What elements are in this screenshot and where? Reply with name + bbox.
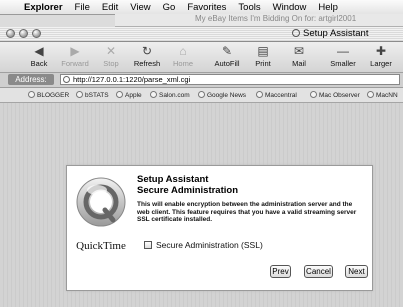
favorite-label: Mac Observer	[319, 92, 360, 99]
envelope-icon: ✉	[293, 44, 305, 58]
autofill-button[interactable]: ✎ AutoFill	[210, 44, 244, 68]
dialog-title-line2: Secure Administration	[137, 185, 239, 196]
menu-help[interactable]: Help	[312, 2, 344, 13]
quicktime-logo-text: QuickTime	[76, 240, 126, 252]
home-button[interactable]: ⌂ Home	[166, 44, 200, 68]
back-arrow-icon: ◀	[34, 44, 44, 58]
background-window-title: My eBay Items I'm Bidding On for: artgir…	[195, 14, 357, 23]
favorite-globe-icon	[116, 91, 123, 98]
mail-label: Mail	[292, 59, 306, 68]
window-title: Setup Assistant	[292, 28, 368, 39]
ssl-checkbox-label[interactable]: Secure Administration (SSL)	[156, 240, 263, 250]
menu-tools[interactable]: Tools	[232, 2, 266, 13]
favorite-label: Google News	[207, 92, 247, 99]
minimize-window-icon[interactable]	[19, 29, 28, 38]
pencil-icon: ✎	[221, 44, 233, 58]
menu-edit[interactable]: Edit	[96, 2, 124, 13]
cancel-button[interactable]: Cancel	[304, 265, 333, 278]
browser-toolbar: ◀ Back ▶ Forward ✕ Stop ↻ Refresh ⌂ Home…	[0, 42, 403, 73]
stop-label: Stop	[103, 59, 119, 68]
favorite-label: Salon.com	[159, 92, 190, 99]
favorite-macnn[interactable]: MacNN	[367, 91, 398, 99]
globe-icon	[292, 29, 300, 37]
menu-bar: Explorer File Edit View Go Favorites Too…	[0, 0, 403, 15]
favorite-mac-observer[interactable]: Mac Observer	[310, 91, 360, 99]
favorite-bstats[interactable]: bSTATS	[76, 91, 109, 99]
page-icon	[63, 76, 70, 83]
window-title-text: Setup Assistant	[303, 28, 369, 39]
printer-icon: ▤	[257, 44, 269, 58]
dialog-description: This will enable encryption between the …	[137, 201, 357, 223]
larger-label: Larger	[370, 59, 392, 68]
close-window-icon[interactable]	[6, 29, 15, 38]
favorite-label: Maccentral	[265, 92, 297, 99]
mail-button[interactable]: ✉ Mail	[282, 44, 316, 68]
address-input[interactable]: http://127.0.0.1:1220/parse_xml.cgi	[60, 74, 400, 85]
favorite-globe-icon	[76, 91, 83, 98]
menu-view[interactable]: View	[124, 2, 156, 13]
back-label: Back	[30, 59, 48, 68]
favorite-globe-icon	[256, 91, 263, 98]
smaller-label: Smaller	[330, 59, 356, 68]
menu-file[interactable]: File	[69, 2, 96, 13]
checkbox-box[interactable]	[144, 241, 152, 249]
refresh-icon: ↻	[141, 44, 153, 58]
back-button[interactable]: ◀ Back	[22, 44, 56, 68]
next-button[interactable]: Next	[345, 265, 368, 278]
smaller-text-button[interactable]: — Smaller	[326, 44, 360, 68]
text-larger-icon: ✚	[375, 44, 387, 58]
favorite-label: bSTATS	[85, 92, 109, 99]
favorite-google-news[interactable]: Google News	[198, 91, 246, 99]
favorite-maccentral[interactable]: Maccentral	[256, 91, 297, 99]
menu-favorites[interactable]: Favorites	[181, 2, 232, 13]
address-bar: Address: http://127.0.0.1:1220/parse_xml…	[0, 73, 403, 88]
background-window-titlebar[interactable]: My eBay Items I'm Bidding On for: artgir…	[115, 14, 403, 27]
forward-button[interactable]: ▶ Forward	[58, 44, 92, 68]
address-label: Address:	[8, 74, 54, 85]
autofill-label: AutoFill	[214, 59, 240, 68]
prev-button[interactable]: Prev	[270, 265, 291, 278]
favorite-globe-icon	[198, 91, 205, 98]
favorite-salon[interactable]: Salon.com	[150, 91, 190, 99]
refresh-button[interactable]: ↻ Refresh	[130, 44, 164, 68]
larger-text-button[interactable]: ✚ Larger	[364, 44, 398, 68]
forward-label: Forward	[61, 59, 89, 68]
favorite-globe-icon	[367, 91, 374, 98]
favorite-globe-icon	[310, 91, 317, 98]
menu-go[interactable]: Go	[157, 2, 182, 13]
favorite-apple[interactable]: Apple	[116, 91, 142, 99]
favorites-bar: BLOGGER bSTATS Apple Salon.com Google Ne…	[0, 88, 403, 103]
stop-icon: ✕	[105, 44, 117, 58]
zoom-window-icon[interactable]	[32, 29, 41, 38]
home-label: Home	[172, 59, 193, 68]
favorite-globe-icon	[150, 91, 157, 98]
dialog-title: Setup Assistant Secure Administration	[137, 174, 238, 196]
favorite-label: Apple	[125, 92, 142, 99]
text-smaller-icon: —	[337, 44, 349, 58]
favorite-label: BLOGGER	[37, 92, 70, 99]
menu-window[interactable]: Window	[267, 2, 313, 13]
address-url: http://127.0.0.1:1220/parse_xml.cgi	[73, 75, 191, 84]
favorite-label: MacNN	[376, 92, 398, 99]
menu-explorer[interactable]: Explorer	[18, 2, 69, 13]
dialog-title-line1: Setup Assistant	[137, 174, 209, 185]
favorite-blogger[interactable]: BLOGGER	[28, 91, 69, 99]
window-titlebar[interactable]: Setup Assistant	[0, 27, 403, 42]
home-icon: ⌂	[179, 44, 187, 58]
print-button[interactable]: ▤ Print	[246, 44, 280, 68]
print-label: Print	[255, 59, 271, 68]
stop-button[interactable]: ✕ Stop	[94, 44, 128, 68]
refresh-label: Refresh	[133, 59, 161, 68]
favorite-globe-icon	[28, 91, 35, 98]
forward-arrow-icon: ▶	[70, 44, 80, 58]
ssl-checkbox[interactable]: Secure Administration (SSL)	[144, 240, 263, 250]
